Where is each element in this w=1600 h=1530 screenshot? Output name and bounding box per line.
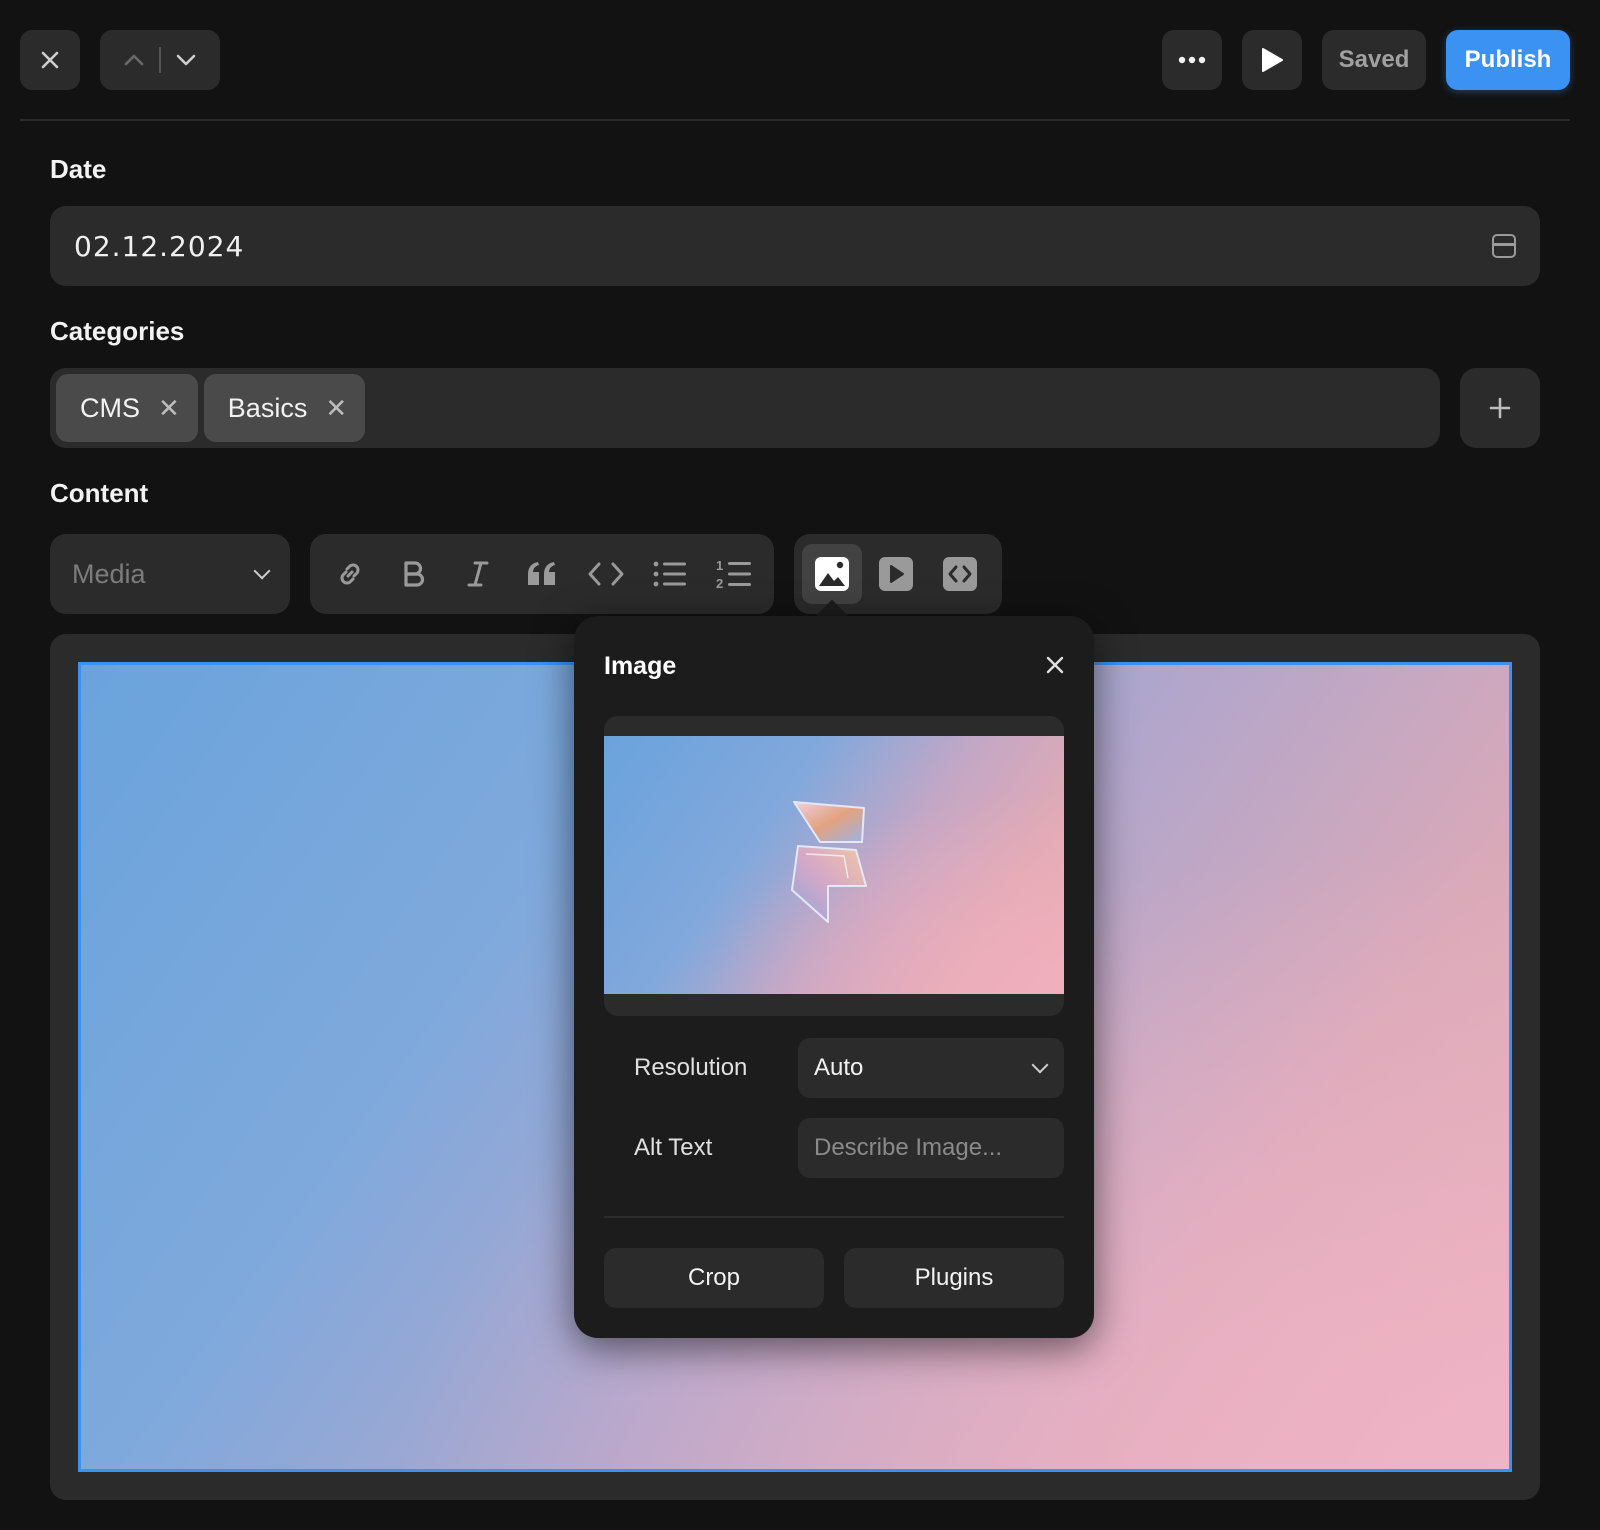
image-preview[interactable] xyxy=(604,736,1064,994)
preview-button[interactable] xyxy=(1242,30,1302,90)
remove-chip-icon[interactable]: ✕ xyxy=(325,393,347,424)
code-icon xyxy=(588,562,624,586)
content-label: Content xyxy=(50,478,149,508)
numbered-list-icon: 1 2 xyxy=(716,558,751,590)
item-navigation xyxy=(100,30,220,90)
code-button[interactable] xyxy=(580,548,632,600)
block-type-value: Media xyxy=(72,558,146,589)
bullet-list-icon xyxy=(653,561,686,587)
popover-close-button[interactable] xyxy=(1040,650,1070,680)
plus-icon xyxy=(1489,397,1511,419)
numbered-list-button[interactable]: 1 2 xyxy=(708,548,760,600)
play-icon xyxy=(1262,48,1283,72)
resolution-label: Resolution xyxy=(634,1054,748,1081)
remove-chip-icon[interactable]: ✕ xyxy=(158,393,180,424)
chevron-down-icon xyxy=(1031,1056,1049,1074)
add-category-button[interactable] xyxy=(1460,368,1540,448)
toolbar-divider xyxy=(20,119,1570,121)
image-preview-frame xyxy=(604,716,1064,1016)
chevron-down-icon[interactable] xyxy=(175,53,197,67)
more-icon xyxy=(1178,56,1206,64)
close-icon xyxy=(41,51,59,69)
chip-label: CMS xyxy=(80,392,140,423)
alt-text-input[interactable]: Describe Image... xyxy=(798,1118,1064,1178)
top-toolbar: Saved Publish xyxy=(20,30,1570,90)
svg-text:2: 2 xyxy=(716,576,723,590)
alt-text-row: Alt Text Describe Image... xyxy=(604,1118,1064,1178)
format-toolbar: 1 2 xyxy=(310,534,774,614)
embed-icon xyxy=(943,557,977,591)
image-settings-popover: Image Resolution Auto Alt Text Describe … xyxy=(574,616,1094,1338)
chip-label: Basics xyxy=(227,392,308,423)
close-button[interactable] xyxy=(20,30,80,90)
categories-field[interactable]: CMS ✕ Basics ✕ xyxy=(50,368,1440,448)
quote-button[interactable] xyxy=(516,548,568,600)
bullet-list-button[interactable] xyxy=(644,548,696,600)
insert-toolbar xyxy=(794,534,1002,614)
category-chip: Basics ✕ xyxy=(203,374,366,442)
calendar-icon[interactable] xyxy=(1492,234,1516,258)
publish-button[interactable]: Publish xyxy=(1446,30,1570,90)
alt-text-label: Alt Text xyxy=(634,1134,713,1161)
svg-text:1: 1 xyxy=(716,558,723,573)
saved-status: Saved xyxy=(1322,30,1426,90)
chevron-up-icon[interactable] xyxy=(123,53,145,67)
link-icon xyxy=(340,563,360,585)
insert-video-button[interactable] xyxy=(866,544,926,604)
more-button[interactable] xyxy=(1162,30,1222,90)
resolution-value: Auto xyxy=(814,1054,864,1081)
bold-button[interactable] xyxy=(388,548,440,600)
popover-divider xyxy=(604,1216,1064,1218)
alt-text-placeholder: Describe Image... xyxy=(814,1134,1003,1161)
resolution-row: Resolution Auto xyxy=(604,1038,1064,1098)
italic-icon xyxy=(467,561,489,587)
italic-button[interactable] xyxy=(452,548,504,600)
plugins-button[interactable]: Plugins xyxy=(844,1248,1064,1308)
date-label: Date xyxy=(50,154,107,184)
resolution-select[interactable]: Auto xyxy=(798,1038,1064,1098)
insert-image-button[interactable] xyxy=(802,544,862,604)
block-type-select[interactable]: Media xyxy=(50,534,290,614)
popover-title: Image xyxy=(604,652,677,680)
framer-logo-icon xyxy=(791,801,867,923)
video-icon xyxy=(879,557,913,591)
close-icon xyxy=(1046,656,1064,674)
insert-embed-button[interactable] xyxy=(930,544,990,604)
date-value: 02.12.2024 xyxy=(74,229,245,263)
category-chip: CMS ✕ xyxy=(56,374,198,442)
date-field[interactable]: 02.12.2024 xyxy=(50,206,1540,286)
chevron-down-icon xyxy=(253,562,271,580)
image-icon xyxy=(815,557,849,591)
crop-button[interactable]: Crop xyxy=(604,1248,824,1308)
categories-label: Categories xyxy=(50,316,185,346)
nav-divider xyxy=(159,47,161,73)
link-button[interactable] xyxy=(324,548,376,600)
bold-icon xyxy=(404,561,425,587)
quote-icon xyxy=(528,562,555,585)
